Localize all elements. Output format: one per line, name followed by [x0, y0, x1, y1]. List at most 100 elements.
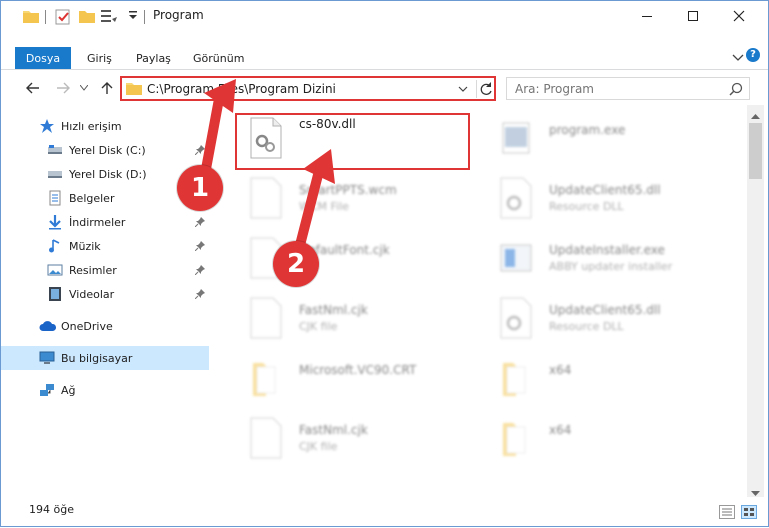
new-folder-icon[interactable] [79, 9, 95, 26]
chevron-down-icon[interactable] [128, 11, 138, 24]
sidebar-item-label: Belgeler [69, 191, 115, 205]
forward-button[interactable] [53, 78, 73, 98]
explorer-window: Program Dosya Giriş Paylaş Görünüm ? C:\… [0, 0, 769, 527]
file-item-highlighted[interactable]: cs-80v.dll [235, 111, 485, 165]
refresh-icon[interactable] [476, 80, 494, 98]
folder-icon [499, 417, 533, 459]
installer-icon [499, 237, 533, 279]
file-item[interactable]: SmartPPTS.wcm WCM File [235, 171, 485, 225]
dll-file-icon [499, 297, 533, 339]
dll-file-icon [499, 177, 533, 219]
cloud-icon [39, 318, 57, 334]
sidebar-item-this-pc[interactable]: Bu bilgisayar [1, 346, 209, 370]
sidebar-item-label: Ağ [61, 383, 76, 397]
address-bar[interactable]: C:\Program Files\Program Dizini [120, 77, 495, 100]
search-icon[interactable] [729, 82, 743, 99]
file-type: Resource DLL [549, 200, 624, 213]
close-button[interactable] [716, 1, 762, 31]
tab-share[interactable]: Paylaş [136, 52, 171, 65]
sidebar-item-label: Videolar [69, 287, 115, 301]
sidebar-item-pictures[interactable]: Resimler [1, 258, 209, 282]
sidebar-item-onedrive[interactable]: OneDrive [1, 314, 209, 338]
scroll-up-icon[interactable] [751, 109, 760, 122]
file-item[interactable]: FastNml.cjk CJK file [235, 411, 485, 465]
file-item[interactable]: UpdateClient65.dll Resource DLL [485, 171, 735, 225]
file-name: UpdateClient65.dll [549, 183, 661, 197]
status-bar: 194 öğe [1, 499, 768, 526]
dll-file-icon [249, 117, 283, 159]
folder-item[interactable]: x64 [485, 411, 735, 465]
file-name: UpdateInstaller.exe [549, 243, 665, 257]
properties-icon[interactable] [55, 9, 71, 28]
sidebar-item-label: Yerel Disk (D:) [69, 167, 147, 181]
file-item[interactable]: DefaultFont.cjk [235, 231, 485, 285]
sidebar-item-network[interactable]: Ağ [1, 378, 209, 402]
scrollbar-thumb[interactable] [749, 123, 762, 179]
network-icon [39, 382, 55, 398]
details-view-icon[interactable] [719, 505, 735, 519]
sidebar-item-music[interactable]: Müzik [1, 234, 209, 258]
search-box[interactable] [506, 77, 750, 100]
address-path[interactable]: C:\Program Files\Program Dizini [147, 82, 336, 96]
sidebar-item-label: Hızlı erişim [61, 119, 122, 133]
documents-icon [47, 190, 63, 206]
file-name: cs-80v.dll [299, 117, 356, 131]
file-name: FastNml.cjk [299, 423, 368, 437]
back-button[interactable] [23, 78, 43, 98]
search-input[interactable] [515, 81, 725, 97]
recent-locations-button[interactable] [77, 78, 91, 98]
sidebar-item-label: Resimler [69, 263, 117, 277]
step-marker-1: 1 [177, 165, 223, 211]
large-icons-view-icon[interactable] [741, 505, 757, 519]
file-type: ABBY updater installer [549, 260, 673, 273]
exe-file-icon [499, 117, 533, 159]
file-icon [249, 297, 283, 339]
tab-home[interactable]: Giriş [87, 52, 112, 65]
file-item[interactable]: UpdateInstaller.exe ABBY updater install… [485, 231, 735, 285]
pin-icon [194, 289, 205, 300]
folder-item[interactable]: Microsoft.VC90.CRT [235, 351, 485, 405]
sidebar-item-label: Bu bilgisayar [61, 351, 133, 365]
chevron-down-icon[interactable] [456, 81, 470, 96]
up-button[interactable] [97, 78, 117, 98]
sidebar-item-label: Müzik [69, 239, 101, 253]
maximize-button[interactable] [670, 1, 716, 31]
navigation-pane: Hızlı erişim Yerel Disk (C:) Yerel Disk … [1, 109, 211, 499]
folder-icon [126, 81, 142, 98]
sidebar-item-label: OneDrive [61, 319, 113, 333]
file-name: x64 [549, 423, 572, 437]
file-type: CJK file [299, 440, 338, 453]
file-item[interactable]: UpdateClient65.dll Resource DLL [485, 291, 735, 345]
file-item[interactable]: program.exe [485, 111, 735, 165]
sidebar-item-drive-c[interactable]: Yerel Disk (C:) [1, 138, 209, 162]
sidebar-item-videos[interactable]: Videolar [1, 282, 209, 306]
sidebar-item-downloads[interactable]: İndirmeler [1, 210, 209, 234]
sidebar-item-quick-access[interactable]: Hızlı erişim [1, 114, 209, 138]
file-icon [249, 177, 283, 219]
sidebar-item-label: İndirmeler [69, 215, 126, 229]
pin-icon [194, 265, 205, 276]
folder-item[interactable]: x64 [485, 351, 735, 405]
tab-view[interactable]: Görünüm [193, 52, 244, 65]
file-name: x64 [549, 363, 572, 377]
item-count: 194 öğe [29, 503, 74, 516]
chevron-down-icon[interactable] [731, 51, 745, 63]
star-icon [39, 118, 55, 134]
tab-file[interactable]: Dosya [15, 47, 71, 69]
file-type: CJK file [299, 320, 338, 333]
videos-icon [47, 286, 63, 302]
help-icon[interactable]: ? [746, 48, 760, 62]
step-marker-2: 2 [273, 241, 319, 287]
pin-icon [194, 217, 205, 228]
file-name: Microsoft.VC90.CRT [299, 363, 417, 377]
folder-icon [249, 357, 283, 399]
vertical-scrollbar[interactable] [747, 105, 764, 497]
pictures-icon [47, 262, 63, 278]
file-name: SmartPPTS.wcm [299, 183, 397, 197]
customize-icon[interactable] [101, 9, 117, 26]
minimize-button[interactable] [624, 1, 670, 31]
file-item[interactable]: FastNml.cjk CJK file [235, 291, 485, 345]
downloads-icon [47, 214, 63, 230]
file-type: WCM File [299, 200, 349, 213]
file-name: program.exe [549, 123, 626, 137]
